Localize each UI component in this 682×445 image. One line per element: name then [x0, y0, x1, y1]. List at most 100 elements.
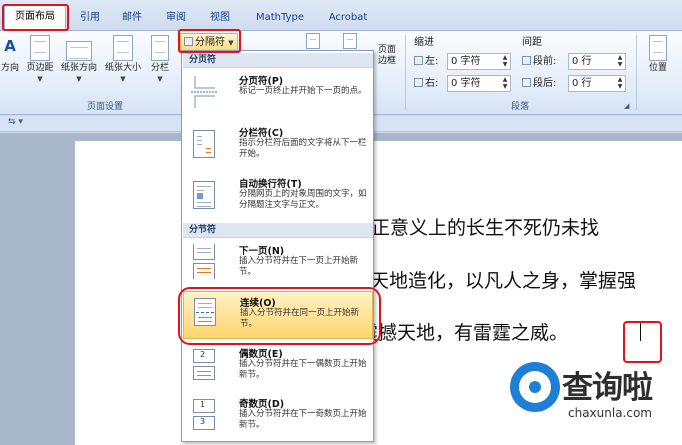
- spacing-after-label: 段后:: [533, 78, 557, 89]
- menu-item-description: 分隔网页上的对象周围的文字，如分隔题注文字与正文。: [239, 189, 367, 210]
- position-label: 位置: [648, 63, 667, 73]
- margins-label: 页边距: [26, 63, 54, 73]
- chevron-down-icon: ▼: [76, 75, 82, 83]
- dialog-launcher-icon[interactable]: ◢: [624, 102, 629, 110]
- ribbon-separator: [636, 35, 637, 110]
- menu-item-title: 下一页(N): [239, 246, 285, 257]
- menu-item-even-page[interactable]: 2 偶数页(E) 插入分节符并在下一偶数页上开始新节。: [183, 343, 373, 389]
- spin-arrows-icon[interactable]: ▲ ▼: [501, 54, 509, 68]
- menu-item-title: 自动换行符(T): [239, 179, 302, 190]
- columns-icon: [151, 35, 169, 61]
- page-setup-group-label: 页面设置: [86, 102, 123, 112]
- customize-toolbar-icon[interactable]: ⇆ ▾: [8, 117, 23, 127]
- text-direction-icon: A: [4, 37, 16, 55]
- spacing-after-value: 0 行: [572, 78, 592, 89]
- indent-right-label: 右:: [425, 78, 439, 89]
- page-border-label: 页面 边框: [377, 45, 396, 66]
- document-text-line: 天地造化，以凡人之身，掌握强: [370, 270, 637, 292]
- column-break-icon: [189, 126, 219, 160]
- indent-right-label-wrap: 右:: [414, 75, 438, 93]
- highlight-box-cursor: [623, 321, 662, 363]
- menu-item-text-wrapping-break[interactable]: 自动换行符(T) 分隔网页上的对象周围的文字，如分隔题注文字与正文。: [183, 173, 373, 221]
- indent-left-value: 0 字符: [451, 56, 481, 67]
- chevron-down-icon: ▼: [120, 75, 126, 83]
- orientation-button[interactable]: 纸张方向 ▼: [58, 35, 100, 85]
- spacing-before-label: 段前:: [533, 56, 557, 67]
- spin-arrows-icon[interactable]: ▲ ▼: [501, 76, 509, 90]
- columns-label: 分栏: [150, 63, 169, 73]
- watermark-url: chaxunla.com: [568, 406, 652, 420]
- indent-right-icon: [414, 78, 423, 87]
- highlight-box-page-layout-tab: [2, 4, 69, 31]
- spacing-before-icon: [522, 56, 531, 65]
- columns-button[interactable]: 分栏 ▼: [146, 35, 174, 85]
- breaks-dropdown-menu: 分页符 分页符(P) 标记一页终止并开始下一页的点。 分栏符(C) 指示分栏符后…: [181, 50, 374, 442]
- chevron-down-icon: ▼: [157, 75, 163, 83]
- page-border-button[interactable]: 页面 边框: [376, 45, 398, 67]
- section-breaks-header: 分节符: [183, 223, 373, 238]
- chevron-down-icon: ▼: [37, 75, 43, 83]
- watermark-icon: [306, 33, 320, 51]
- ribbon-tab-bar: 页面布局 引用 邮件 审阅 视图 MathType Acrobat: [0, 0, 682, 31]
- spacing-after-input[interactable]: 0 行 ▲ ▼: [568, 75, 626, 92]
- tab-mathtype[interactable]: MathType: [248, 9, 312, 26]
- indent-left-label-wrap: 左:: [414, 53, 438, 71]
- page-size-label: 纸张大小: [104, 63, 141, 73]
- spin-arrows-icon[interactable]: ▲ ▼: [616, 54, 624, 68]
- menu-item-title: 分页符(P): [239, 76, 284, 87]
- margins-icon: [30, 35, 50, 61]
- page-size-button[interactable]: 纸张大小 ▼: [102, 35, 144, 85]
- highlight-box-breaks-button: [178, 29, 241, 53]
- menu-item-description: 插入分节符并在下一偶数页上开始新节。: [239, 359, 367, 380]
- ribbon-separator: [405, 35, 406, 110]
- spacing-before-value: 0 行: [572, 56, 592, 67]
- menu-item-description: 指示分栏符后面的文字将从下一栏开始。: [239, 138, 367, 159]
- text-wrapping-break-icon: [189, 177, 219, 211]
- even-page-icon: 2: [189, 347, 219, 381]
- indent-left-icon: [414, 56, 423, 65]
- next-page-icon: [189, 244, 219, 279]
- menu-item-next-page[interactable]: 下一页(N) 插入分节符并在下一页上开始新节。: [183, 240, 373, 286]
- page-color-button[interactable]: [342, 33, 358, 51]
- page-size-icon: [113, 35, 133, 61]
- menu-item-title: 偶数页(E): [239, 349, 283, 360]
- menu-item-description: 标记一页终止并开始下一页的点。: [239, 86, 367, 96]
- spacing-after-label-wrap: 段后:: [522, 75, 556, 93]
- paragraph-group-label: 段落: [510, 102, 529, 112]
- position-button[interactable]: 位置: [644, 35, 672, 74]
- margins-button[interactable]: 页边距 ▼: [24, 35, 56, 85]
- spacing-before-label-wrap: 段前:: [522, 53, 556, 71]
- spacing-heading: 间距: [522, 37, 542, 48]
- orientation-label: 纸张方向: [60, 63, 97, 73]
- indent-left-label: 左:: [425, 56, 439, 67]
- page-break-icon: [191, 76, 217, 108]
- menu-item-column-break[interactable]: 分栏符(C) 指示分栏符后面的文字将从下一栏开始。: [183, 122, 373, 168]
- menu-item-page-break[interactable]: 分页符(P) 标记一页终止并开始下一页的点。: [183, 70, 373, 116]
- highlight-box-continuous: [178, 287, 381, 345]
- page-color-icon: [343, 33, 357, 51]
- tab-view[interactable]: 视图: [202, 9, 238, 26]
- orientation-icon: [66, 41, 92, 61]
- menu-item-title: 奇数页(D): [239, 399, 285, 410]
- text-direction-label: 方向: [0, 63, 19, 73]
- watermark-brand: 查询啦: [562, 370, 653, 406]
- spacing-after-icon: [522, 78, 531, 87]
- indent-heading: 缩进: [414, 37, 434, 48]
- tab-references[interactable]: 引用: [72, 9, 108, 26]
- spin-arrows-icon[interactable]: ▲ ▼: [616, 76, 624, 90]
- watermark-button[interactable]: [305, 33, 321, 51]
- tab-mailings[interactable]: 邮件: [114, 9, 150, 26]
- position-icon: [649, 35, 667, 61]
- text-direction-button[interactable]: A 方向: [0, 35, 22, 74]
- watermark-logo-icon: [510, 362, 560, 412]
- odd-page-icon: 1 3: [189, 397, 219, 431]
- menu-item-title: 分栏符(C): [239, 128, 284, 139]
- indent-left-input[interactable]: 0 字符 ▲ ▼: [447, 53, 511, 70]
- indent-right-input[interactable]: 0 字符 ▲ ▼: [447, 75, 511, 92]
- indent-right-value: 0 字符: [451, 78, 481, 89]
- menu-item-odd-page[interactable]: 1 3 奇数页(D) 插入分节符并在下一奇数页上开始新节。: [183, 393, 373, 439]
- tab-review[interactable]: 审阅: [158, 9, 194, 26]
- spacing-before-input[interactable]: 0 行 ▲ ▼: [568, 53, 626, 70]
- menu-item-description: 插入分节符并在下一页上开始新节。: [239, 256, 359, 277]
- tab-acrobat[interactable]: Acrobat: [320, 9, 376, 26]
